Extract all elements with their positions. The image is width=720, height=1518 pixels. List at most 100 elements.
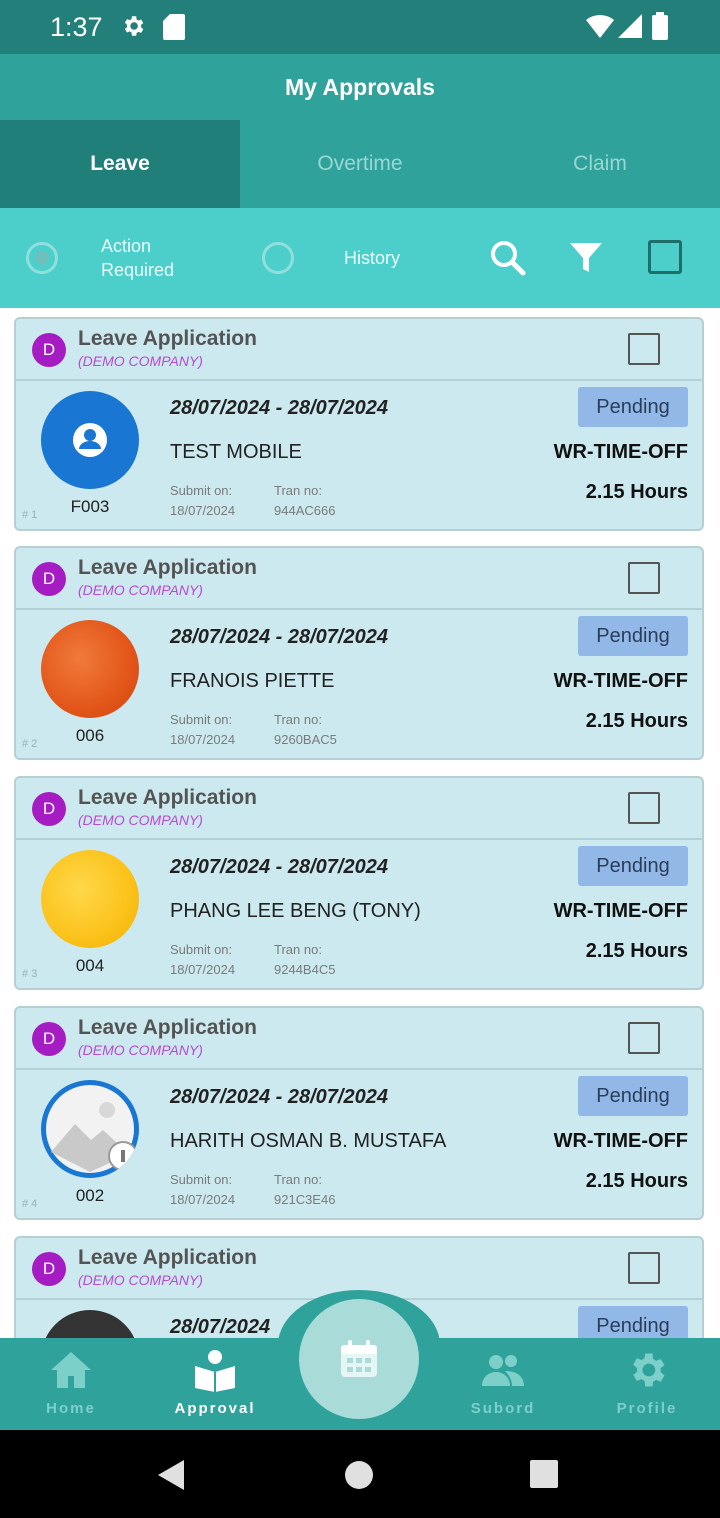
- row-index: # 3: [22, 968, 38, 980]
- tran-label: Tran no:: [274, 712, 322, 727]
- submit-date: 18/07/2024: [170, 1192, 236, 1207]
- page-title: My Approvals: [285, 74, 435, 100]
- row-index: # 1: [22, 509, 38, 521]
- row-index: # 4: [22, 1198, 38, 1210]
- nav-profile-label: Profile: [616, 1400, 678, 1417]
- battery-icon: [652, 12, 668, 40]
- list-item[interactable]: D Leave Application (DEMO COMPANY) 002 #…: [14, 1006, 704, 1220]
- system-nav-bar: [0, 1430, 720, 1518]
- status-badge: Pending: [578, 846, 688, 886]
- submit-label: Submit on:: [170, 1172, 233, 1187]
- radio-action-required-label: Action Required: [101, 236, 175, 280]
- gear-icon: [633, 1353, 665, 1387]
- card-company: (DEMO COMPANY): [78, 1272, 203, 1288]
- status-bar: 1:37: [0, 0, 720, 54]
- date-range: 28/07/2024 - 28/07/2024: [170, 1086, 388, 1108]
- submit-label: Submit on:: [170, 483, 233, 498]
- tran-label: Tran no:: [274, 483, 322, 498]
- submit-label: Submit on:: [170, 942, 233, 957]
- card-header: D Leave Application (DEMO COMPANY): [16, 319, 702, 381]
- leave-code: WR-TIME-OFF: [553, 900, 688, 922]
- employee-name: HARITH OSMAN B. MUSTAFA: [170, 1130, 447, 1152]
- nav-approval[interactable]: Approval: [155, 1338, 275, 1430]
- tran-no: 9260BAC5: [274, 732, 337, 747]
- employee-name: FRANOIS PIETTE: [170, 670, 335, 692]
- leave-code: WR-TIME-OFF: [553, 1130, 688, 1152]
- date-range: 28/07/2024 - 28/07/2024: [170, 626, 388, 648]
- leave-amount: 2.15 Hours: [585, 481, 688, 503]
- approval-list: D Leave Application (DEMO COMPANY) F003 …: [0, 308, 720, 1338]
- leave-code: WR-TIME-OFF: [553, 441, 688, 463]
- calendar-icon: [341, 1340, 377, 1377]
- submit-date: 18/07/2024: [170, 962, 236, 977]
- status-badge: Pending: [578, 616, 688, 656]
- nav-home[interactable]: Home: [11, 1338, 131, 1430]
- submit-date: 18/07/2024: [170, 503, 236, 518]
- home-icon: [51, 1352, 91, 1388]
- date-range: 28/07/2024: [170, 1316, 271, 1338]
- nav-home-label: Home: [46, 1400, 96, 1417]
- tab-leave[interactable]: Leave: [0, 120, 240, 208]
- company-badge: D: [32, 1022, 66, 1056]
- calendar-fab[interactable]: [299, 1299, 419, 1419]
- leave-amount: 2.15 Hours: [585, 710, 688, 732]
- leave-amount: 2.15 Hours: [585, 940, 688, 962]
- submit-date: 18/07/2024: [170, 732, 236, 747]
- date-range: 28/07/2024 - 28/07/2024: [170, 856, 388, 878]
- approval-icon: [195, 1350, 235, 1392]
- card-company: (DEMO COMPANY): [78, 1042, 203, 1058]
- radio-history[interactable]: [262, 242, 294, 274]
- card-type: Leave Application: [78, 556, 257, 579]
- company-badge: D: [32, 1252, 66, 1286]
- sd-card-icon: [163, 14, 185, 40]
- card-type: Leave Application: [78, 327, 257, 350]
- list-item[interactable]: D Leave Application (DEMO COMPANY) F003 …: [14, 317, 704, 531]
- company-badge: D: [32, 333, 66, 367]
- home-circle-icon[interactable]: [344, 1460, 374, 1490]
- card-type: Leave Application: [78, 1246, 257, 1269]
- employee-id: F003: [70, 497, 110, 516]
- card-header: D Leave Application (DEMO COMPANY): [16, 548, 702, 610]
- recents-icon[interactable]: [530, 1460, 558, 1488]
- list-item[interactable]: D Leave Application (DEMO COMPANY) 006 #…: [14, 546, 704, 760]
- employee-name: PHANG LEE BENG (TONY): [170, 900, 421, 922]
- card-checkbox[interactable]: [628, 562, 660, 594]
- card-checkbox[interactable]: [628, 792, 660, 824]
- avatar: [41, 391, 139, 489]
- radio-action-required[interactable]: [26, 242, 58, 274]
- wifi-icon: [586, 14, 614, 38]
- image-placeholder-icon: [46, 1085, 138, 1173]
- card-company: (DEMO COMPANY): [78, 353, 203, 369]
- search-icon[interactable]: [488, 238, 528, 278]
- tab-overtime[interactable]: Overtime: [240, 120, 480, 208]
- submit-label: Submit on:: [170, 712, 233, 727]
- select-all-checkbox[interactable]: [648, 240, 682, 274]
- row-index: # 2: [22, 738, 38, 750]
- nav-subord[interactable]: Subord: [443, 1338, 563, 1430]
- tran-no: 944AC666: [274, 503, 336, 518]
- card-company: (DEMO COMPANY): [78, 812, 203, 828]
- tab-bar: Leave Overtime Claim: [0, 120, 720, 208]
- tab-claim[interactable]: Claim: [480, 120, 720, 208]
- leave-amount: 2.15 Hours: [585, 1170, 688, 1192]
- card-checkbox[interactable]: [628, 1252, 660, 1284]
- leave-code: WR-TIME-OFF: [553, 670, 688, 692]
- nav-profile[interactable]: Profile: [587, 1338, 707, 1430]
- employee-id: 006: [75, 726, 105, 745]
- list-item[interactable]: D Leave Application (DEMO COMPANY) 004 #…: [14, 776, 704, 990]
- user-icon: [73, 423, 107, 457]
- employee-id: 004: [75, 956, 105, 975]
- avatar: [41, 850, 139, 948]
- card-header: D Leave Application (DEMO COMPANY): [16, 778, 702, 840]
- card-checkbox[interactable]: [628, 333, 660, 365]
- filter-icon[interactable]: [568, 240, 604, 276]
- card-header: D Leave Application (DEMO COMPANY): [16, 1008, 702, 1070]
- people-icon: [482, 1355, 524, 1386]
- nav-approval-label: Approval: [174, 1400, 256, 1417]
- avatar: [41, 620, 139, 718]
- tran-no: 9244B4C5: [274, 962, 336, 977]
- back-icon[interactable]: [158, 1460, 186, 1490]
- card-checkbox[interactable]: [628, 1022, 660, 1054]
- app-header: My Approvals: [0, 54, 720, 120]
- status-time: 1:37: [50, 12, 103, 42]
